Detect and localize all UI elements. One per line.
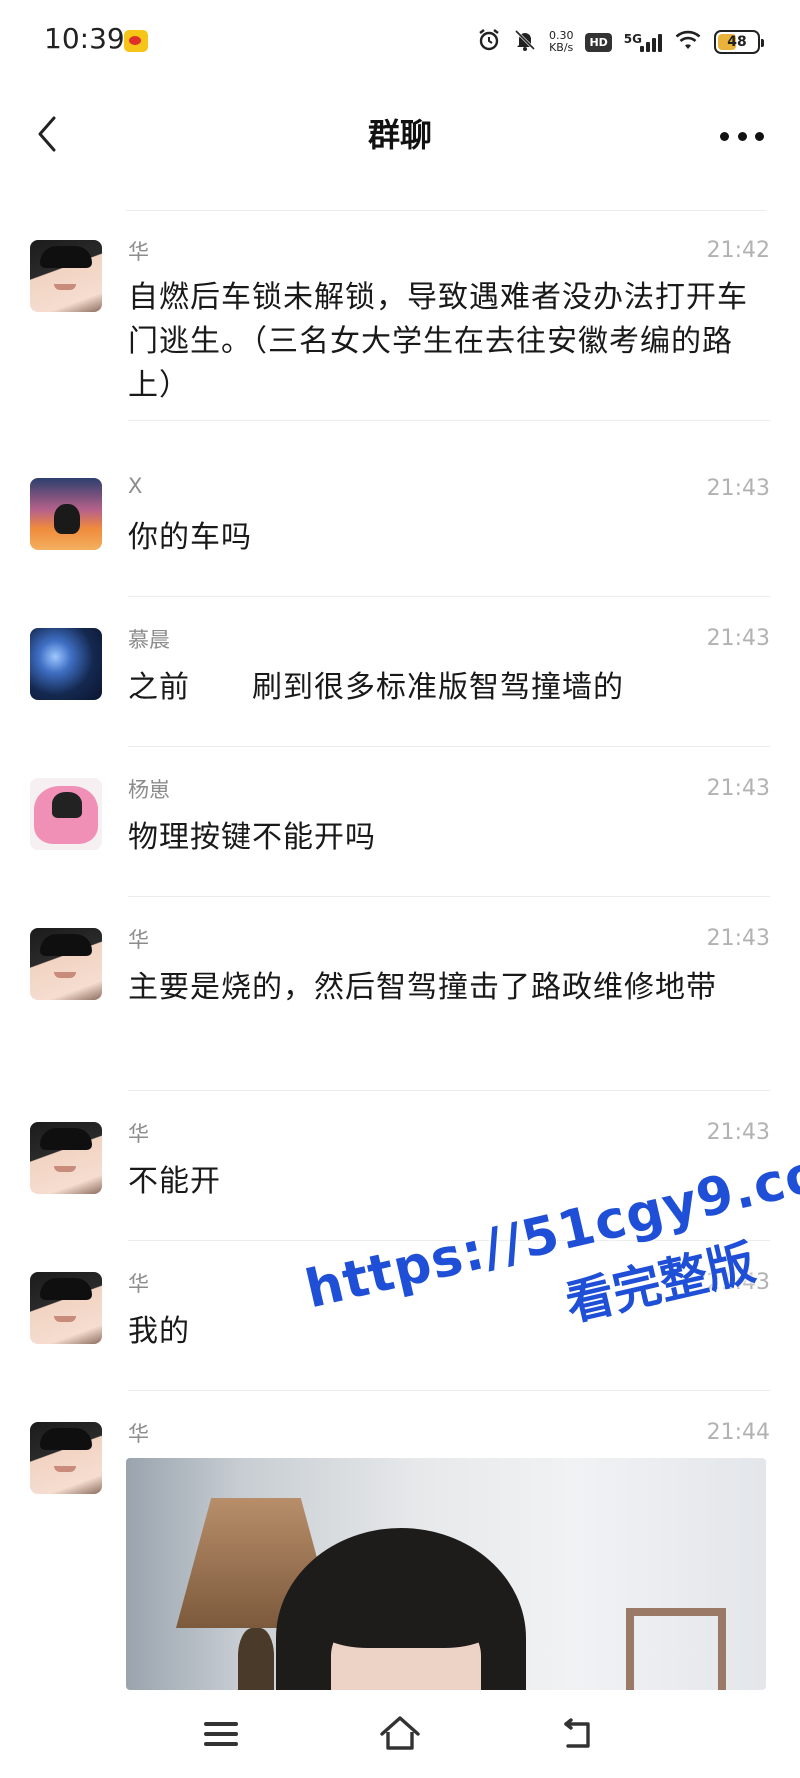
- divider: [128, 420, 770, 421]
- avatar[interactable]: [30, 1272, 102, 1344]
- page-title: 群聊: [367, 116, 432, 154]
- sender-name: 华: [128, 1122, 149, 1146]
- avatar[interactable]: [30, 478, 102, 550]
- divider: [128, 1240, 770, 1241]
- message-text: 你的车吗: [128, 520, 252, 555]
- navigation-bar: [0, 1690, 800, 1778]
- sender-name: 慕晨: [128, 628, 170, 652]
- battery-level: 48: [727, 34, 747, 50]
- message-text: 主要是烧的，然后智驾撞击了路政维修地带: [128, 970, 717, 1005]
- avatar[interactable]: [30, 778, 102, 850]
- divider: [128, 896, 770, 897]
- previous-message-fragment: [126, 164, 766, 212]
- signal-bars-icon: [640, 32, 662, 52]
- message-text: 之前 刷到很多标准版智驾撞墙的: [128, 670, 624, 705]
- message-time: 21:43: [706, 476, 770, 501]
- hd-badge: HD: [585, 32, 612, 52]
- lamp-base: [238, 1628, 274, 1690]
- avatar[interactable]: [30, 1122, 102, 1194]
- divider: [128, 1390, 770, 1391]
- message-time: 21:43: [706, 626, 770, 651]
- message-time: 21:43: [706, 926, 770, 951]
- bell-off-icon: [513, 28, 537, 57]
- back-icon[interactable]: [554, 1712, 602, 1756]
- bangs: [311, 1558, 501, 1648]
- sender-name: 华: [128, 1422, 149, 1446]
- sender-name: 华: [128, 1272, 149, 1296]
- status-bar: 10:39 0.30 KB/s HD 5G 48: [0, 0, 800, 84]
- message-time: 21:43: [706, 776, 770, 801]
- message-time: 21:43: [706, 1270, 770, 1295]
- alarm-icon: [477, 28, 501, 57]
- divider: [128, 1090, 770, 1091]
- divider: [126, 210, 766, 211]
- message-time: 21:43: [706, 1120, 770, 1145]
- message-text: 不能开: [128, 1164, 221, 1199]
- signal-indicator: 5G: [624, 32, 662, 52]
- message-text: 自燃后车锁未解锁，导致遇难者没办法打开车门逃生。（三名女大学生在去往安徽考编的路…: [128, 280, 748, 403]
- wifi-icon: [674, 29, 702, 56]
- menu-icon[interactable]: [198, 1712, 246, 1756]
- sender-name: 华: [128, 240, 149, 264]
- sender-name: 华: [128, 928, 149, 952]
- net-speed-unit: KB/s: [549, 41, 574, 54]
- message-time: 21:42: [706, 238, 770, 263]
- message-time: 21:44: [706, 1420, 770, 1445]
- chair-frame: [626, 1608, 726, 1690]
- status-time: 10:39: [44, 22, 125, 55]
- avatar[interactable]: [30, 240, 102, 312]
- image-message[interactable]: [126, 1458, 766, 1690]
- battery-icon: 48: [714, 30, 764, 54]
- message-text: 物理按键不能开吗: [128, 820, 376, 855]
- net-speed: 0.30 KB/s: [549, 30, 574, 54]
- status-icons: 0.30 KB/s HD 5G 48: [477, 26, 764, 58]
- more-icon[interactable]: [720, 116, 764, 156]
- divider: [128, 596, 770, 597]
- sender-name: 杨崽: [128, 778, 170, 802]
- weibo-icon: [124, 30, 148, 52]
- avatar[interactable]: [30, 928, 102, 1000]
- home-icon[interactable]: [376, 1712, 424, 1756]
- avatar[interactable]: [30, 628, 102, 700]
- sender-name: X: [128, 474, 143, 498]
- divider: [128, 746, 770, 747]
- message-text: 我的: [128, 1314, 190, 1349]
- avatar[interactable]: [30, 1422, 102, 1494]
